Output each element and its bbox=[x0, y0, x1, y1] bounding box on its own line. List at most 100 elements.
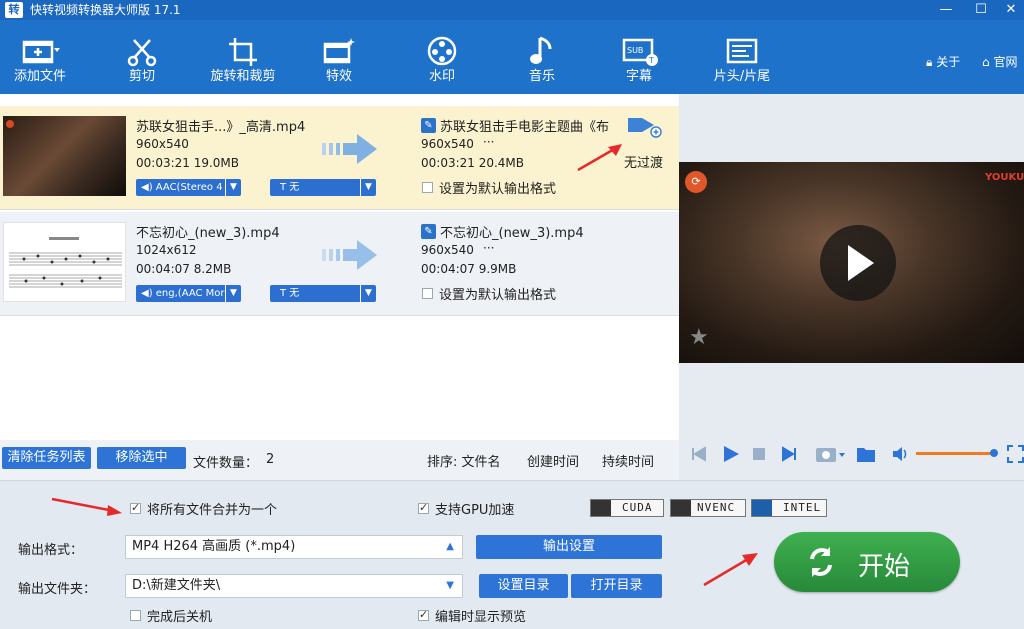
chevron-down-icon: ▼ bbox=[225, 285, 241, 302]
transition-icon[interactable] bbox=[628, 114, 662, 138]
source-resolution: 960x540 bbox=[136, 137, 189, 151]
scissors-icon bbox=[127, 39, 157, 67]
close-button[interactable]: ✕ bbox=[1000, 0, 1022, 20]
add-file-button[interactable]: 添加文件 bbox=[4, 20, 76, 94]
edit-output-name-icon[interactable]: ✎ bbox=[421, 224, 436, 239]
default-format-checkbox[interactable] bbox=[422, 182, 433, 193]
output-format-value: MP4 H264 高画质 (*.mp4) bbox=[132, 539, 296, 554]
merge-files-checkbox[interactable] bbox=[130, 501, 141, 514]
music-note-icon bbox=[530, 36, 552, 64]
maximize-button[interactable]: ☐ bbox=[970, 0, 992, 20]
chevron-up-icon: ▲ bbox=[446, 541, 454, 552]
default-format-label: 设置为默认输出格式 bbox=[439, 182, 557, 197]
thumbnail-logo-icon bbox=[6, 120, 14, 128]
watermark-film-reel-icon bbox=[427, 36, 457, 66]
output-folder-value: D:\新建文件夹\ bbox=[132, 578, 221, 593]
speaker-icon: ◀) bbox=[141, 288, 153, 299]
subtitle-dropdown[interactable]: T 无 ▼ bbox=[270, 179, 376, 196]
file-count-label: 文件数量： bbox=[193, 456, 259, 471]
minimize-button[interactable]: — bbox=[935, 0, 957, 20]
audio-track-value: eng,(AAC Mor bbox=[155, 288, 225, 299]
effects-button[interactable]: 特效 bbox=[312, 20, 366, 94]
watermark-button[interactable]: 水印 bbox=[415, 20, 469, 94]
film-add-icon bbox=[22, 40, 60, 64]
rotate-crop-button[interactable]: 旋转和裁剪 bbox=[200, 20, 286, 94]
play-icon[interactable] bbox=[721, 445, 741, 463]
crop-rotate-icon bbox=[229, 38, 257, 66]
about-link[interactable]: 🔒︎ 关于 bbox=[926, 53, 960, 70]
intel-badge-label: INTEL bbox=[783, 501, 822, 514]
svg-text:SUB: SUB bbox=[627, 46, 643, 55]
output-more-button[interactable]: ··· bbox=[483, 241, 494, 255]
volume-slider-handle[interactable] bbox=[990, 449, 998, 457]
task-list: 苏联女狙击手...》_高清.mp4 960x540 00:03:21 19.0M… bbox=[0, 94, 679, 440]
convert-arrow-icon bbox=[322, 134, 377, 164]
lock-icon: 🔒︎ bbox=[926, 55, 933, 69]
cuda-badge: CUDA bbox=[590, 499, 664, 517]
cut-label: 剪切 bbox=[128, 69, 155, 84]
volume-slider[interactable] bbox=[916, 452, 994, 455]
website-label: 官网 bbox=[993, 55, 1018, 69]
sheet-music-thumbnail bbox=[9, 237, 122, 288]
previous-icon[interactable] bbox=[691, 446, 707, 462]
audio-track-dropdown[interactable]: ◀) AAC(Stereo 4 ▼ bbox=[136, 179, 241, 196]
output-settings-panel: 将所有文件合并为一个 支持GPU加速 CUDA NVENC INTEL 输出格式… bbox=[0, 480, 1024, 629]
add-file-label: 添加文件 bbox=[13, 69, 66, 84]
website-link[interactable]: ⌂ 官网 bbox=[982, 53, 1017, 70]
remove-selected-button[interactable]: 移除选中 bbox=[97, 447, 186, 469]
nvidia-icon bbox=[591, 500, 611, 516]
set-directory-button[interactable]: 设置目录 bbox=[479, 574, 568, 598]
video-preview[interactable]: ⟳ YOUKU ★ bbox=[679, 162, 1024, 363]
task-list-footer: 清除任务列表 移除选中 文件数量： 2 排序: 文件名 创建时间 持续时间 bbox=[0, 440, 679, 480]
stop-icon[interactable] bbox=[753, 448, 765, 460]
output-filename: 不忘初心_(new_3).mp4 bbox=[440, 226, 584, 241]
subtitle-value: T 无 bbox=[280, 288, 300, 299]
shutdown-checkbox[interactable] bbox=[130, 610, 141, 621]
open-directory-button[interactable]: 打开目录 bbox=[571, 574, 662, 598]
refresh-icon bbox=[810, 547, 832, 577]
folder-icon[interactable] bbox=[856, 445, 876, 463]
fullscreen-icon[interactable] bbox=[1007, 445, 1024, 463]
task-row[interactable]: 不忘初心_(new_3).mp4 1024x612 00:04:07 8.2MB… bbox=[0, 212, 679, 316]
chevron-down-icon: ▼ bbox=[360, 285, 376, 302]
gpu-accel-checkbox[interactable] bbox=[418, 501, 429, 514]
start-button[interactable]: 开始 bbox=[774, 532, 960, 592]
rotate-crop-label: 旋转和裁剪 bbox=[210, 69, 276, 84]
source-filename: 不忘初心_(new_3).mp4 bbox=[136, 226, 280, 241]
speaker-icon: ◀) bbox=[141, 182, 153, 193]
music-button[interactable]: 音乐 bbox=[515, 20, 569, 94]
output-format-select[interactable]: MP4 H264 高画质 (*.mp4) ▲ bbox=[125, 535, 463, 559]
sort-by-created[interactable]: 创建时间 bbox=[527, 451, 579, 470]
edit-output-name-icon[interactable]: ✎ bbox=[421, 118, 436, 133]
volume-icon[interactable] bbox=[891, 445, 909, 463]
shutdown-label: 完成后关机 bbox=[147, 610, 213, 625]
output-settings-button[interactable]: 输出设置 bbox=[476, 535, 662, 559]
intro-outro-icon bbox=[726, 38, 758, 64]
subtitle-button[interactable]: SUB T 字幕 bbox=[612, 20, 666, 94]
audio-track-dropdown[interactable]: ◀) eng,(AAC Mor ▼ bbox=[136, 285, 241, 302]
play-overlay-button[interactable] bbox=[820, 225, 896, 301]
output-more-button[interactable]: ··· bbox=[483, 135, 494, 149]
chevron-down-icon: ▼ bbox=[446, 580, 454, 591]
intro-outro-button[interactable]: 片头/片尾 bbox=[704, 20, 780, 94]
watermark-text: YOUKU bbox=[985, 172, 1024, 183]
default-format-checkbox[interactable] bbox=[422, 288, 433, 299]
sort-by-duration[interactable]: 持续时间 bbox=[602, 451, 654, 470]
snapshot-camera-icon[interactable] bbox=[815, 444, 847, 464]
svg-text:T: T bbox=[648, 56, 654, 65]
next-icon[interactable] bbox=[781, 446, 797, 462]
output-filename: 苏联女狙击手电影主题曲《布 bbox=[440, 120, 610, 135]
video-thumbnail bbox=[3, 222, 126, 302]
intel-icon bbox=[752, 500, 772, 516]
home-icon: ⌂ bbox=[982, 55, 990, 69]
output-duration-size: 00:04:07 9.9MB bbox=[421, 262, 517, 276]
merge-files-label: 将所有文件合并为一个 bbox=[147, 503, 278, 518]
subtitle-dropdown[interactable]: T 无 ▼ bbox=[270, 285, 376, 302]
cut-button[interactable]: 剪切 bbox=[112, 20, 172, 94]
title-bar: 转 快转视频转换器大师版 17.1 — ☐ ✕ bbox=[0, 0, 1024, 20]
clear-list-button[interactable]: 清除任务列表 bbox=[2, 447, 91, 469]
sort-by-name[interactable]: 排序: 文件名 bbox=[427, 451, 501, 470]
show-preview-checkbox[interactable] bbox=[418, 608, 429, 621]
source-resolution: 1024x612 bbox=[136, 243, 197, 257]
output-folder-input[interactable]: D:\新建文件夹\ ▼ bbox=[125, 574, 463, 598]
